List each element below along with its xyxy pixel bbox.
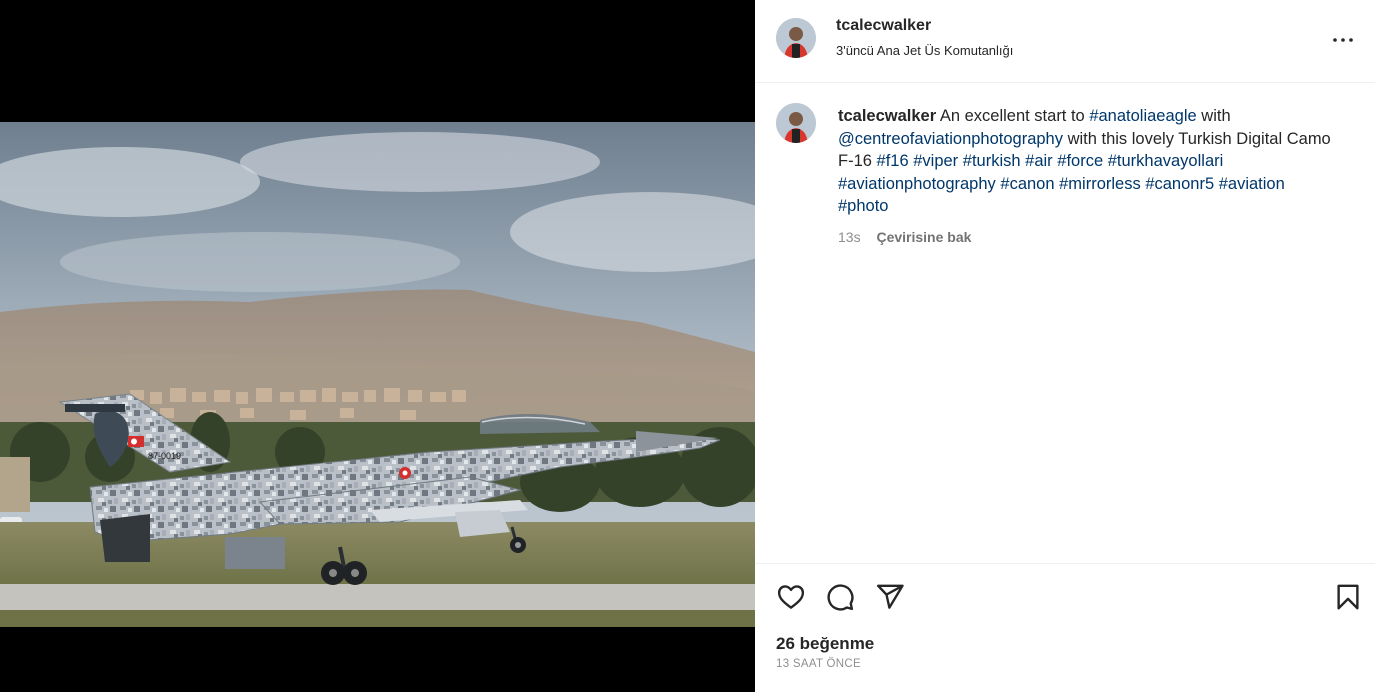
hashtag-link[interactable]: #anatoliaeagle: [1089, 107, 1196, 125]
hashtag-link[interactable]: #turkhavayollari: [1108, 152, 1224, 170]
more-options-button[interactable]: [1331, 28, 1355, 52]
bookmark-icon: [1337, 584, 1359, 610]
hashtag-link[interactable]: #canon: [1000, 175, 1054, 193]
comment-button[interactable]: [825, 582, 855, 612]
post-author-username[interactable]: tcalecwalker: [836, 17, 931, 35]
hashtag-link[interactable]: #mirrorless: [1059, 175, 1141, 193]
caption-username[interactable]: tcalecwalker: [838, 107, 936, 125]
likes-count[interactable]: 26 beğenme: [776, 634, 874, 654]
caption-section: tcalecwalker An excellent start to #anat…: [755, 83, 1375, 563]
mention-link[interactable]: @centreofaviationphotography: [838, 130, 1063, 148]
action-bar: 26 beğenme 13 SAAT ÖNCE: [755, 563, 1375, 692]
heart-icon: [777, 585, 805, 609]
hashtag-link[interactable]: #f16: [877, 152, 909, 170]
hashtag-link[interactable]: #aviationphotography: [838, 175, 996, 193]
tail-number: 87-0019: [148, 451, 181, 461]
comment-icon: [827, 584, 854, 611]
caption-age: 13s: [838, 229, 861, 245]
post-photo[interactable]: 87-0019: [0, 122, 755, 627]
avatar-image: [776, 18, 816, 58]
more-options-icon: [1333, 38, 1353, 42]
like-button[interactable]: [776, 582, 806, 612]
hashtag-link[interactable]: #canonr5: [1145, 175, 1214, 193]
post-location[interactable]: 3'üncü Ana Jet Üs Komutanlığı: [836, 43, 1013, 58]
caption-text: An excellent start to: [936, 107, 1090, 125]
f16-photo-illustration: 87-0019: [0, 122, 755, 627]
caption-meta: 13s Çevirisine bak: [838, 229, 971, 245]
hashtag-link[interactable]: #photo: [838, 197, 888, 215]
hashtag-link[interactable]: #aviation: [1219, 175, 1285, 193]
see-translation-button[interactable]: Çevirisine bak: [876, 229, 971, 245]
details-panel: tcalecwalker 3'üncü Ana Jet Üs Komutanlı…: [755, 0, 1375, 692]
post-header: tcalecwalker 3'üncü Ana Jet Üs Komutanlı…: [755, 0, 1375, 83]
save-button[interactable]: [1333, 582, 1363, 612]
post-dialog: 87-0019 tcalecwalker 3'üncü Ana Jet Üs K…: [0, 0, 1375, 692]
hashtag-link[interactable]: #force: [1057, 152, 1103, 170]
hashtag-link[interactable]: #turkish: [963, 152, 1021, 170]
post-timestamp: 13 SAAT ÖNCE: [776, 658, 861, 670]
caption-text: with: [1196, 107, 1231, 125]
hashtag-link[interactable]: #air: [1025, 152, 1053, 170]
share-button[interactable]: [875, 582, 905, 612]
share-icon: [876, 584, 904, 609]
media-panel: 87-0019: [0, 0, 755, 692]
caption-avatar[interactable]: [776, 103, 816, 143]
hashtag-link[interactable]: #viper: [913, 152, 958, 170]
post-caption: tcalecwalker An excellent start to #anat…: [838, 105, 1338, 218]
avatar-image: [776, 103, 816, 143]
avatar[interactable]: [776, 18, 816, 58]
